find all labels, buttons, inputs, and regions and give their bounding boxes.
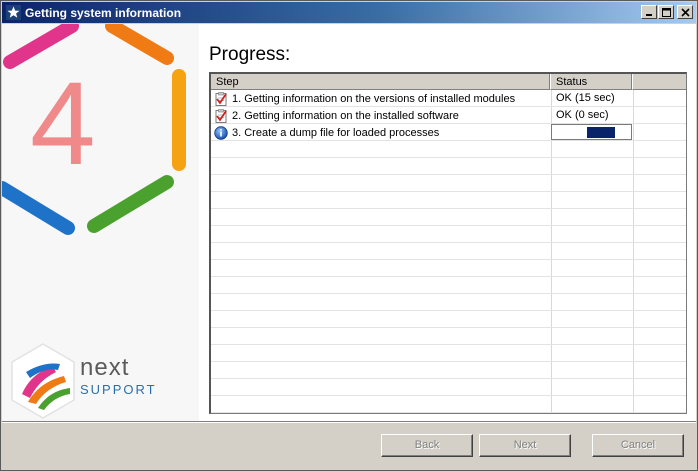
- next-button[interactable]: Next: [479, 434, 571, 457]
- step-text: 2. Getting information on the installed …: [232, 109, 459, 122]
- wizard-window: Getting system information 4 next SUPPOR…: [0, 0, 698, 471]
- table-row[interactable]: 2. Getting information on the installed …: [211, 107, 686, 124]
- progress-fill: [587, 127, 615, 138]
- table-row[interactable]: 1. Getting information on the versions o…: [211, 90, 686, 107]
- wizard-footer: Back Next Cancel: [2, 421, 696, 470]
- table-row: [211, 328, 686, 345]
- back-button[interactable]: Back: [381, 434, 473, 457]
- table-row: [211, 260, 686, 277]
- column-header-status[interactable]: Status: [551, 74, 633, 90]
- column-header-step[interactable]: Step: [211, 74, 551, 90]
- side-banner: 4 next SUPPORT: [2, 24, 199, 421]
- brand-word: next: [80, 354, 130, 381]
- step-text: 3. Create a dump file for loaded process…: [232, 126, 440, 139]
- progress-grid[interactable]: Step Status 1. Getting information on th…: [209, 72, 687, 414]
- app-star-icon: [6, 5, 21, 20]
- version-hexagon-logo: 4: [2, 24, 186, 235]
- minimize-icon: [646, 14, 652, 16]
- step-text: 1. Getting information on the versions o…: [232, 92, 516, 105]
- table-row[interactable]: 3. Create a dump file for loaded process…: [211, 124, 686, 141]
- table-row: [211, 345, 686, 362]
- status-progress-bar: [551, 124, 632, 140]
- maximize-icon: [661, 7, 671, 17]
- step-cell: 2. Getting information on the installed …: [214, 108, 459, 123]
- maximize-button[interactable]: [658, 5, 674, 19]
- table-row: [211, 396, 686, 413]
- checklist-done-icon: [215, 91, 227, 106]
- table-row: [211, 226, 686, 243]
- table-row: [211, 141, 686, 158]
- column-header-empty[interactable]: [633, 74, 686, 90]
- step-cell: 1. Getting information on the versions o…: [214, 91, 515, 106]
- grid-header: Step Status: [211, 74, 686, 90]
- table-row: [211, 192, 686, 209]
- title-bar[interactable]: Getting system information: [2, 2, 696, 23]
- brand-logo-text: next SUPPORT: [80, 356, 157, 398]
- close-button[interactable]: [677, 5, 693, 19]
- table-row: [211, 294, 686, 311]
- status-cell: OK (0 sec): [556, 109, 609, 121]
- minimize-button[interactable]: [641, 5, 657, 19]
- table-row: [211, 209, 686, 226]
- table-row: [211, 158, 686, 175]
- close-icon: [680, 7, 690, 17]
- table-row: [211, 379, 686, 396]
- brand-subtitle: SUPPORT: [80, 382, 157, 397]
- table-row: [211, 175, 686, 192]
- window-title: Getting system information: [25, 6, 182, 20]
- cancel-button[interactable]: Cancel: [592, 434, 684, 457]
- table-row: [211, 277, 686, 294]
- step-cell: 3. Create a dump file for loaded process…: [214, 125, 439, 140]
- wizard-content: 4 next SUPPORT Progress: Step Status 1. …: [2, 24, 696, 421]
- checklist-done-icon: [215, 108, 227, 123]
- table-row: [211, 243, 686, 260]
- status-cell: OK (15 sec): [556, 92, 615, 104]
- main-panel: Progress: Step Status 1. Getting informa…: [199, 24, 696, 421]
- page-title: Progress:: [209, 44, 291, 65]
- hands-logo-icon: [11, 343, 75, 419]
- table-row: [211, 311, 686, 328]
- table-row: [211, 362, 686, 379]
- version-digit: 4: [30, 58, 96, 190]
- info-icon: [214, 125, 228, 140]
